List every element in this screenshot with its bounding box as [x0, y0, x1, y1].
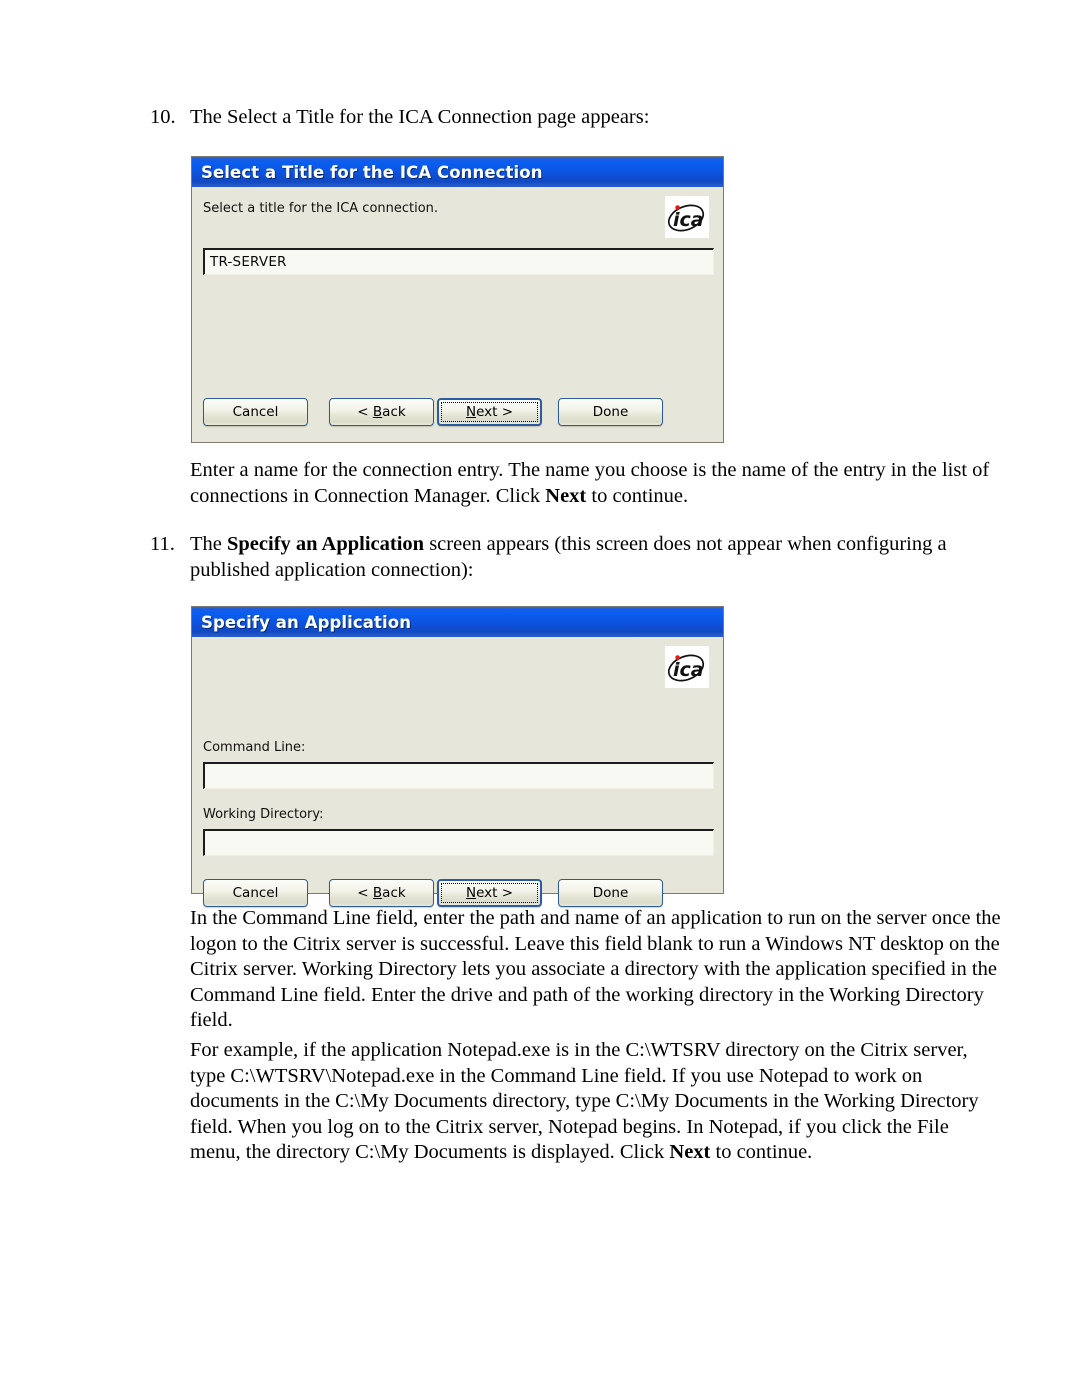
back-button-label: < Back	[357, 885, 406, 901]
step-10-text-run-0: The Select a Title for the ICA Connectio…	[190, 106, 650, 128]
ica-logo: ica	[665, 646, 709, 688]
paragraph-connection-entry: Enter a name for the connection entry. T…	[190, 458, 990, 509]
connection-title-input-value: TR-SERVER	[210, 254, 287, 270]
cancel-button-label: Cancel	[232, 404, 279, 420]
done-button[interactable]: Done	[558, 879, 663, 907]
dialog-specify-application-body: ica Command Line: Working Directory: Can…	[192, 637, 723, 907]
paragraph-notepad-example: For example, if the application Notepad.…	[190, 1038, 1002, 1166]
cancel-button[interactable]: Cancel	[203, 398, 308, 426]
dialog-select-title-description: Select a title for the ICA connection.	[203, 201, 439, 216]
paragraph-notepad-example-run-2: to continue.	[710, 1141, 813, 1163]
step-10: 10. The Select a Title for the ICA Conne…	[150, 105, 970, 131]
cancel-button-label: Cancel	[232, 885, 279, 901]
done-button[interactable]: Done	[558, 398, 663, 426]
dialog-specify-application: Specify an Application ica Command Line:…	[191, 606, 724, 907]
working-directory-input[interactable]	[203, 829, 714, 856]
command-line-input[interactable]	[203, 762, 714, 789]
next-button-label: Next >	[465, 885, 514, 901]
done-button-label: Done	[592, 885, 629, 901]
paragraph-notepad-example-run-0: For example, if the application Notepad.…	[190, 1039, 979, 1163]
back-button[interactable]: < Back	[329, 879, 434, 907]
ica-logo-glyph: ica	[667, 654, 705, 682]
paragraph-command-line-help-run-0: In the Command Line field, enter the pat…	[190, 907, 1001, 1031]
back-button-label: < Back	[357, 404, 406, 420]
back-button[interactable]: < Back	[329, 398, 434, 426]
dialog-select-title-body: Select a title for the ICA connection. i…	[192, 187, 723, 442]
done-button-label: Done	[592, 404, 629, 420]
connection-title-input[interactable]: TR-SERVER	[203, 248, 714, 275]
step-11-text-run-0: The	[190, 533, 227, 555]
next-button-label: Next >	[465, 404, 514, 420]
ica-logo-glyph: ica	[667, 204, 705, 232]
document-page: 10. The Select a Title for the ICA Conne…	[0, 0, 1080, 1397]
paragraph-connection-entry-run-1: Next	[545, 484, 587, 507]
next-button[interactable]: Next >	[437, 879, 542, 907]
step-11: 11. The Specify an Application screen ap…	[150, 532, 970, 583]
dialog-specify-application-buttons: Cancel < Back Next > Done	[203, 879, 663, 907]
step-10-number: 10.	[150, 106, 176, 128]
next-button[interactable]: Next >	[437, 398, 542, 426]
dialog-select-title-buttons: Cancel < Back Next > Done	[203, 398, 663, 426]
dialog-specify-application-titlebar: Specify an Application	[192, 607, 723, 637]
command-line-label: Command Line:	[203, 740, 306, 755]
paragraph-notepad-example-run-1: Next	[669, 1141, 711, 1163]
step-10-text: The Select a Title for the ICA Connectio…	[190, 105, 970, 131]
dialog-specify-application-title: Specify an Application	[201, 612, 412, 632]
paragraph-command-line-help: In the Command Line field, enter the pat…	[190, 906, 1002, 1034]
dialog-select-title: Select a Title for the ICA Connection Se…	[191, 156, 724, 443]
step-11-text: The Specify an Application screen appear…	[190, 532, 970, 583]
paragraph-connection-entry-run-2: to continue.	[586, 484, 689, 507]
ica-logo: ica	[665, 196, 709, 238]
cancel-button[interactable]: Cancel	[203, 879, 308, 907]
svg-text:ica: ica	[673, 659, 704, 681]
step-11-number: 11.	[150, 533, 175, 555]
dialog-select-title-title: Select a Title for the ICA Connection	[201, 162, 543, 182]
step-11-text-run-1: Specify an Application	[227, 533, 425, 555]
svg-text:ica: ica	[673, 209, 704, 231]
working-directory-label: Working Directory:	[203, 807, 324, 822]
dialog-select-title-titlebar: Select a Title for the ICA Connection	[192, 157, 723, 187]
